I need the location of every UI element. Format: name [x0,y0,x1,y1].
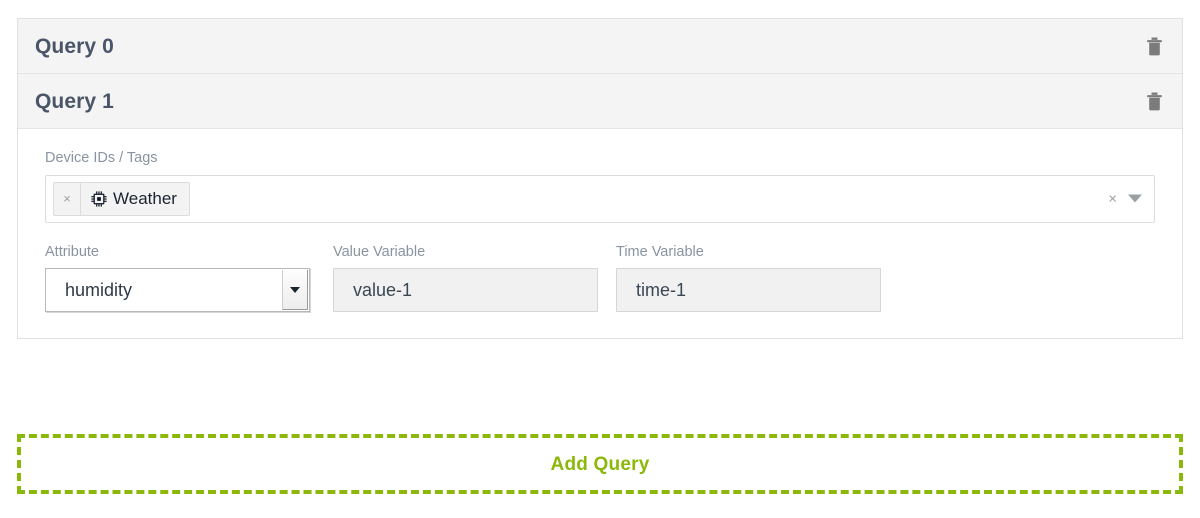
tag-chip-label: Weather [113,189,177,208]
value-variable-field: Value Variable [333,243,616,312]
microchip-icon [91,190,107,207]
tag-chip-content: Weather [81,190,189,207]
device-tags-label: Device IDs / Tags [45,150,158,166]
device-tags-field: Device IDs / Tags × Weather × [18,151,1182,223]
delete-query-1-button[interactable] [1142,89,1166,113]
trash-icon [1146,37,1162,55]
add-query-button[interactable]: Add Query [17,434,1183,494]
delete-query-0-button[interactable] [1142,34,1166,58]
multiselect-actions: × [1108,191,1142,206]
query-panel-0: Query 0 [18,19,1182,74]
query-body-1: Device IDs / Tags × Weather × Attribute … [18,129,1182,338]
attribute-field: Attribute humidity [45,243,333,312]
query-title-0: Query 0 [35,34,114,58]
query-fields-row: Attribute humidity Value Variable value-… [18,243,1182,312]
query-title-1: Query 1 [35,89,114,113]
attribute-selected-value: humidity [65,280,133,300]
attribute-label: Attribute [45,243,99,260]
attribute-select[interactable]: humidity [45,268,310,312]
chevron-down-icon [290,286,300,293]
device-tags-multiselect[interactable]: × Weather × [45,174,1155,223]
query-panel-group: Query 0 Query 1 Device IDs / Tags × Weat… [17,18,1183,339]
trash-icon [1146,92,1162,110]
query-header-1[interactable]: Query 1 [18,74,1182,129]
attribute-select-button[interactable] [282,270,308,310]
query-header-0[interactable]: Query 0 [18,19,1182,74]
tag-chip-remove-button[interactable]: × [54,182,81,215]
multiselect-clear-button[interactable]: × [1108,191,1117,206]
add-query-label: Add Query [550,453,650,475]
chevron-down-icon[interactable] [1128,194,1142,203]
query-editor-root: Query 0 Query 1 Device IDs / Tags × Weat… [0,0,1200,518]
value-variable-input[interactable] [333,268,598,312]
time-variable-input[interactable] [616,268,881,312]
time-variable-field: Time Variable [616,243,884,312]
time-variable-label: Time Variable [616,243,704,260]
query-panel-1: Query 1 Device IDs / Tags × Weather × At… [18,74,1182,338]
value-variable-label: Value Variable [333,243,426,260]
tag-chip-weather[interactable]: × Weather [53,181,190,216]
